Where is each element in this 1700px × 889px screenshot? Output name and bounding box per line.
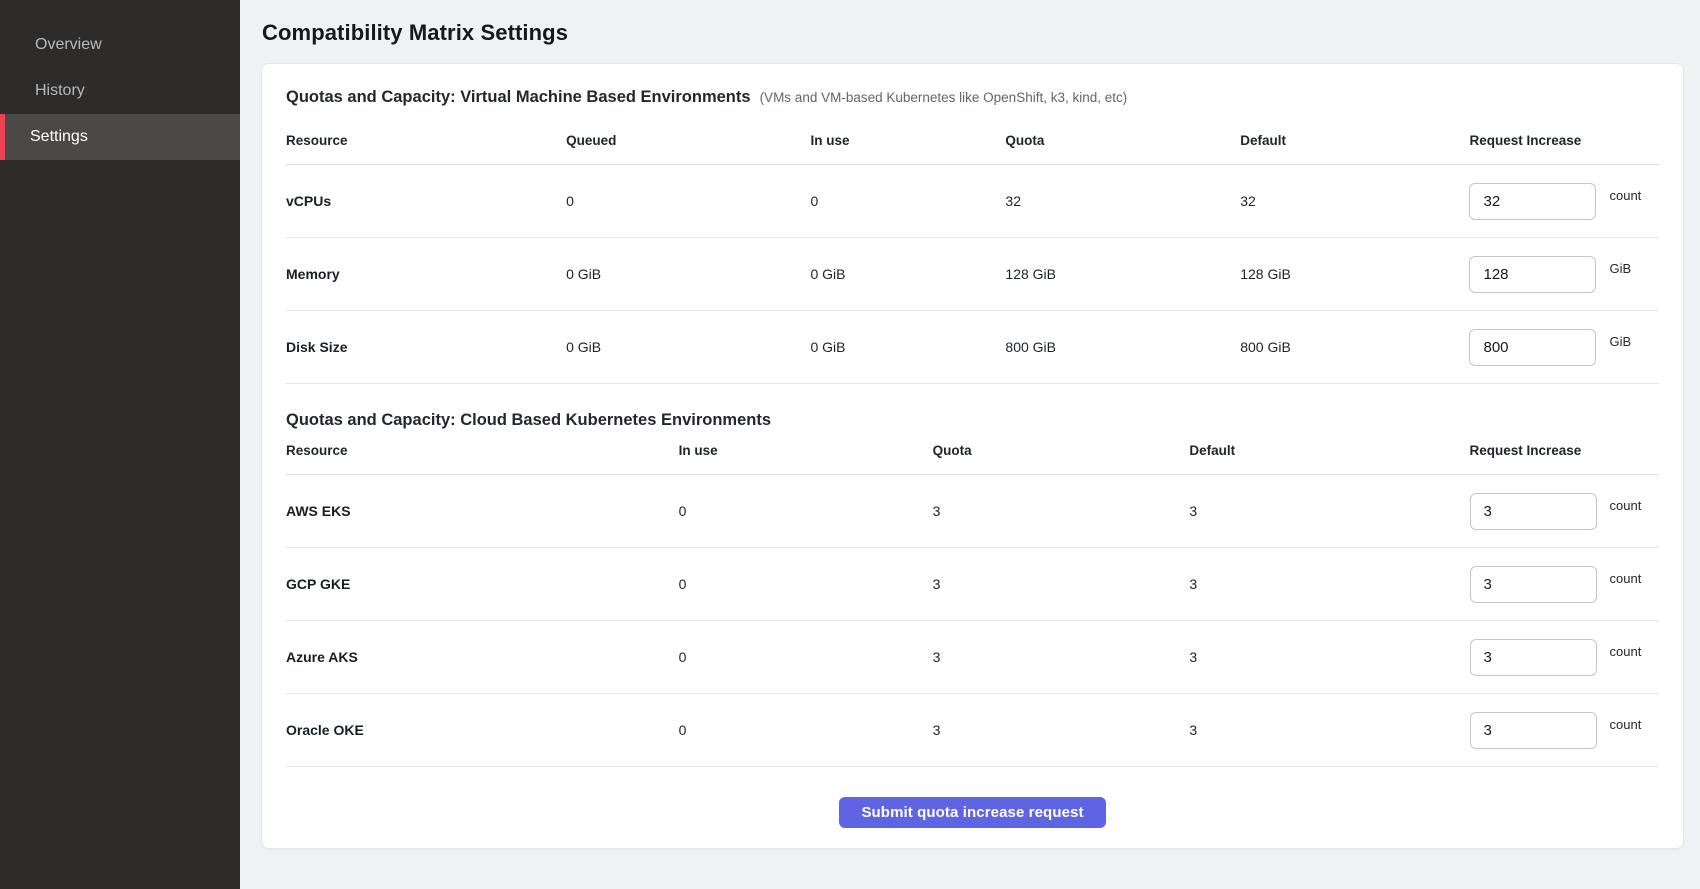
request-increase-cell: count <box>1470 712 1660 749</box>
sidebar-item-overview[interactable]: Overview <box>0 22 240 68</box>
request-increase-cell: count <box>1470 566 1660 603</box>
in-use-value: 0 <box>810 165 1005 238</box>
resource-name: Azure AKS <box>286 621 679 694</box>
table-row: Memory 0 GiB 0 GiB 128 GiB 128 GiB GiB <box>286 238 1659 311</box>
default-value: 128 GiB <box>1240 238 1469 311</box>
sidebar-item-history[interactable]: History <box>0 68 240 114</box>
page-title: Compatibility Matrix Settings <box>262 20 1684 46</box>
quota-value: 3 <box>933 694 1190 767</box>
table-row: GCP GKE 0 3 3 count <box>286 548 1659 621</box>
default-value: 32 <box>1240 165 1469 238</box>
main-content: Compatibility Matrix Settings Quotas and… <box>240 0 1700 889</box>
request-increase-input[interactable] <box>1470 566 1597 603</box>
vm-section-heading: Quotas and Capacity: Virtual Machine Bas… <box>286 88 1659 107</box>
quota-value: 32 <box>1005 165 1240 238</box>
cloud-col-default: Default <box>1189 430 1469 475</box>
vm-col-resource: Resource <box>286 107 566 165</box>
sidebar: Overview History Settings <box>0 0 240 889</box>
vm-quota-table: Resource Queued In use Quota Default Req… <box>286 107 1659 384</box>
vm-col-request-increase: Request Increase <box>1469 107 1659 165</box>
cloud-col-quota: Quota <box>933 430 1190 475</box>
cloud-col-resource: Resource <box>286 430 679 475</box>
default-value: 3 <box>1189 621 1469 694</box>
vm-table-header-row: Resource Queued In use Quota Default Req… <box>286 107 1659 165</box>
default-value: 800 GiB <box>1240 311 1469 384</box>
default-value: 3 <box>1189 475 1469 548</box>
in-use-value: 0 <box>679 621 933 694</box>
submit-row: Submit quota increase request <box>286 797 1659 828</box>
cloud-quota-table: Resource In use Quota Default Request In… <box>286 430 1659 767</box>
vm-section-subheading: (VMs and VM-based Kubernetes like OpenSh… <box>760 90 1128 105</box>
request-increase-cell: count <box>1470 493 1660 530</box>
table-row: Oracle OKE 0 3 3 count <box>286 694 1659 767</box>
in-use-value: 0 <box>679 475 933 548</box>
resource-name: Disk Size <box>286 311 566 384</box>
vm-col-default: Default <box>1240 107 1469 165</box>
unit-label: count <box>1610 717 1642 732</box>
queued-value: 0 GiB <box>566 238 810 311</box>
quota-value: 3 <box>933 475 1190 548</box>
request-increase-input[interactable] <box>1470 639 1597 676</box>
request-increase-cell: count <box>1470 639 1660 676</box>
resource-name: Oracle OKE <box>286 694 679 767</box>
quota-value: 3 <box>933 621 1190 694</box>
queued-value: 0 GiB <box>566 311 810 384</box>
cloud-section-heading: Quotas and Capacity: Cloud Based Kuberne… <box>286 411 1659 430</box>
resource-name: AWS EKS <box>286 475 679 548</box>
quota-value: 3 <box>933 548 1190 621</box>
unit-label: GiB <box>1609 334 1631 349</box>
unit-label: count <box>1610 644 1642 659</box>
unit-label: count <box>1610 571 1642 586</box>
sidebar-item-settings[interactable]: Settings <box>0 114 240 160</box>
in-use-value: 0 GiB <box>810 311 1005 384</box>
request-increase-input[interactable] <box>1469 256 1596 293</box>
cloud-table-header-row: Resource In use Quota Default Request In… <box>286 430 1659 475</box>
in-use-value: 0 <box>679 694 933 767</box>
unit-label: count <box>1609 188 1641 203</box>
quota-settings-card: Quotas and Capacity: Virtual Machine Bas… <box>261 63 1684 849</box>
request-increase-cell: GiB <box>1469 256 1659 293</box>
vm-col-queued: Queued <box>566 107 810 165</box>
cloud-section-title: Quotas and Capacity: Cloud Based Kuberne… <box>286 411 771 430</box>
sidebar-nav: Overview History Settings <box>0 22 240 160</box>
unit-label: GiB <box>1609 261 1631 276</box>
queued-value: 0 <box>566 165 810 238</box>
resource-name: GCP GKE <box>286 548 679 621</box>
quota-value: 128 GiB <box>1005 238 1240 311</box>
cloud-col-request-increase: Request Increase <box>1470 430 1660 475</box>
vm-col-in-use: In use <box>810 107 1005 165</box>
default-value: 3 <box>1189 694 1469 767</box>
table-row: AWS EKS 0 3 3 count <box>286 475 1659 548</box>
submit-quota-increase-button[interactable]: Submit quota increase request <box>839 797 1105 828</box>
request-increase-input[interactable] <box>1469 183 1596 220</box>
request-increase-input[interactable] <box>1470 712 1597 749</box>
request-increase-input[interactable] <box>1470 493 1597 530</box>
vm-col-quota: Quota <box>1005 107 1240 165</box>
vm-section-title: Quotas and Capacity: Virtual Machine Bas… <box>286 88 751 107</box>
table-row: Disk Size 0 GiB 0 GiB 800 GiB 800 GiB Gi… <box>286 311 1659 384</box>
cloud-col-in-use: In use <box>679 430 933 475</box>
table-row: Azure AKS 0 3 3 count <box>286 621 1659 694</box>
request-increase-cell: GiB <box>1469 329 1659 366</box>
default-value: 3 <box>1189 548 1469 621</box>
request-increase-cell: count <box>1469 183 1659 220</box>
unit-label: count <box>1610 498 1642 513</box>
in-use-value: 0 GiB <box>810 238 1005 311</box>
request-increase-input[interactable] <box>1469 329 1596 366</box>
resource-name: Memory <box>286 238 566 311</box>
quota-value: 800 GiB <box>1005 311 1240 384</box>
table-row: vCPUs 0 0 32 32 count <box>286 165 1659 238</box>
in-use-value: 0 <box>679 548 933 621</box>
resource-name: vCPUs <box>286 165 566 238</box>
